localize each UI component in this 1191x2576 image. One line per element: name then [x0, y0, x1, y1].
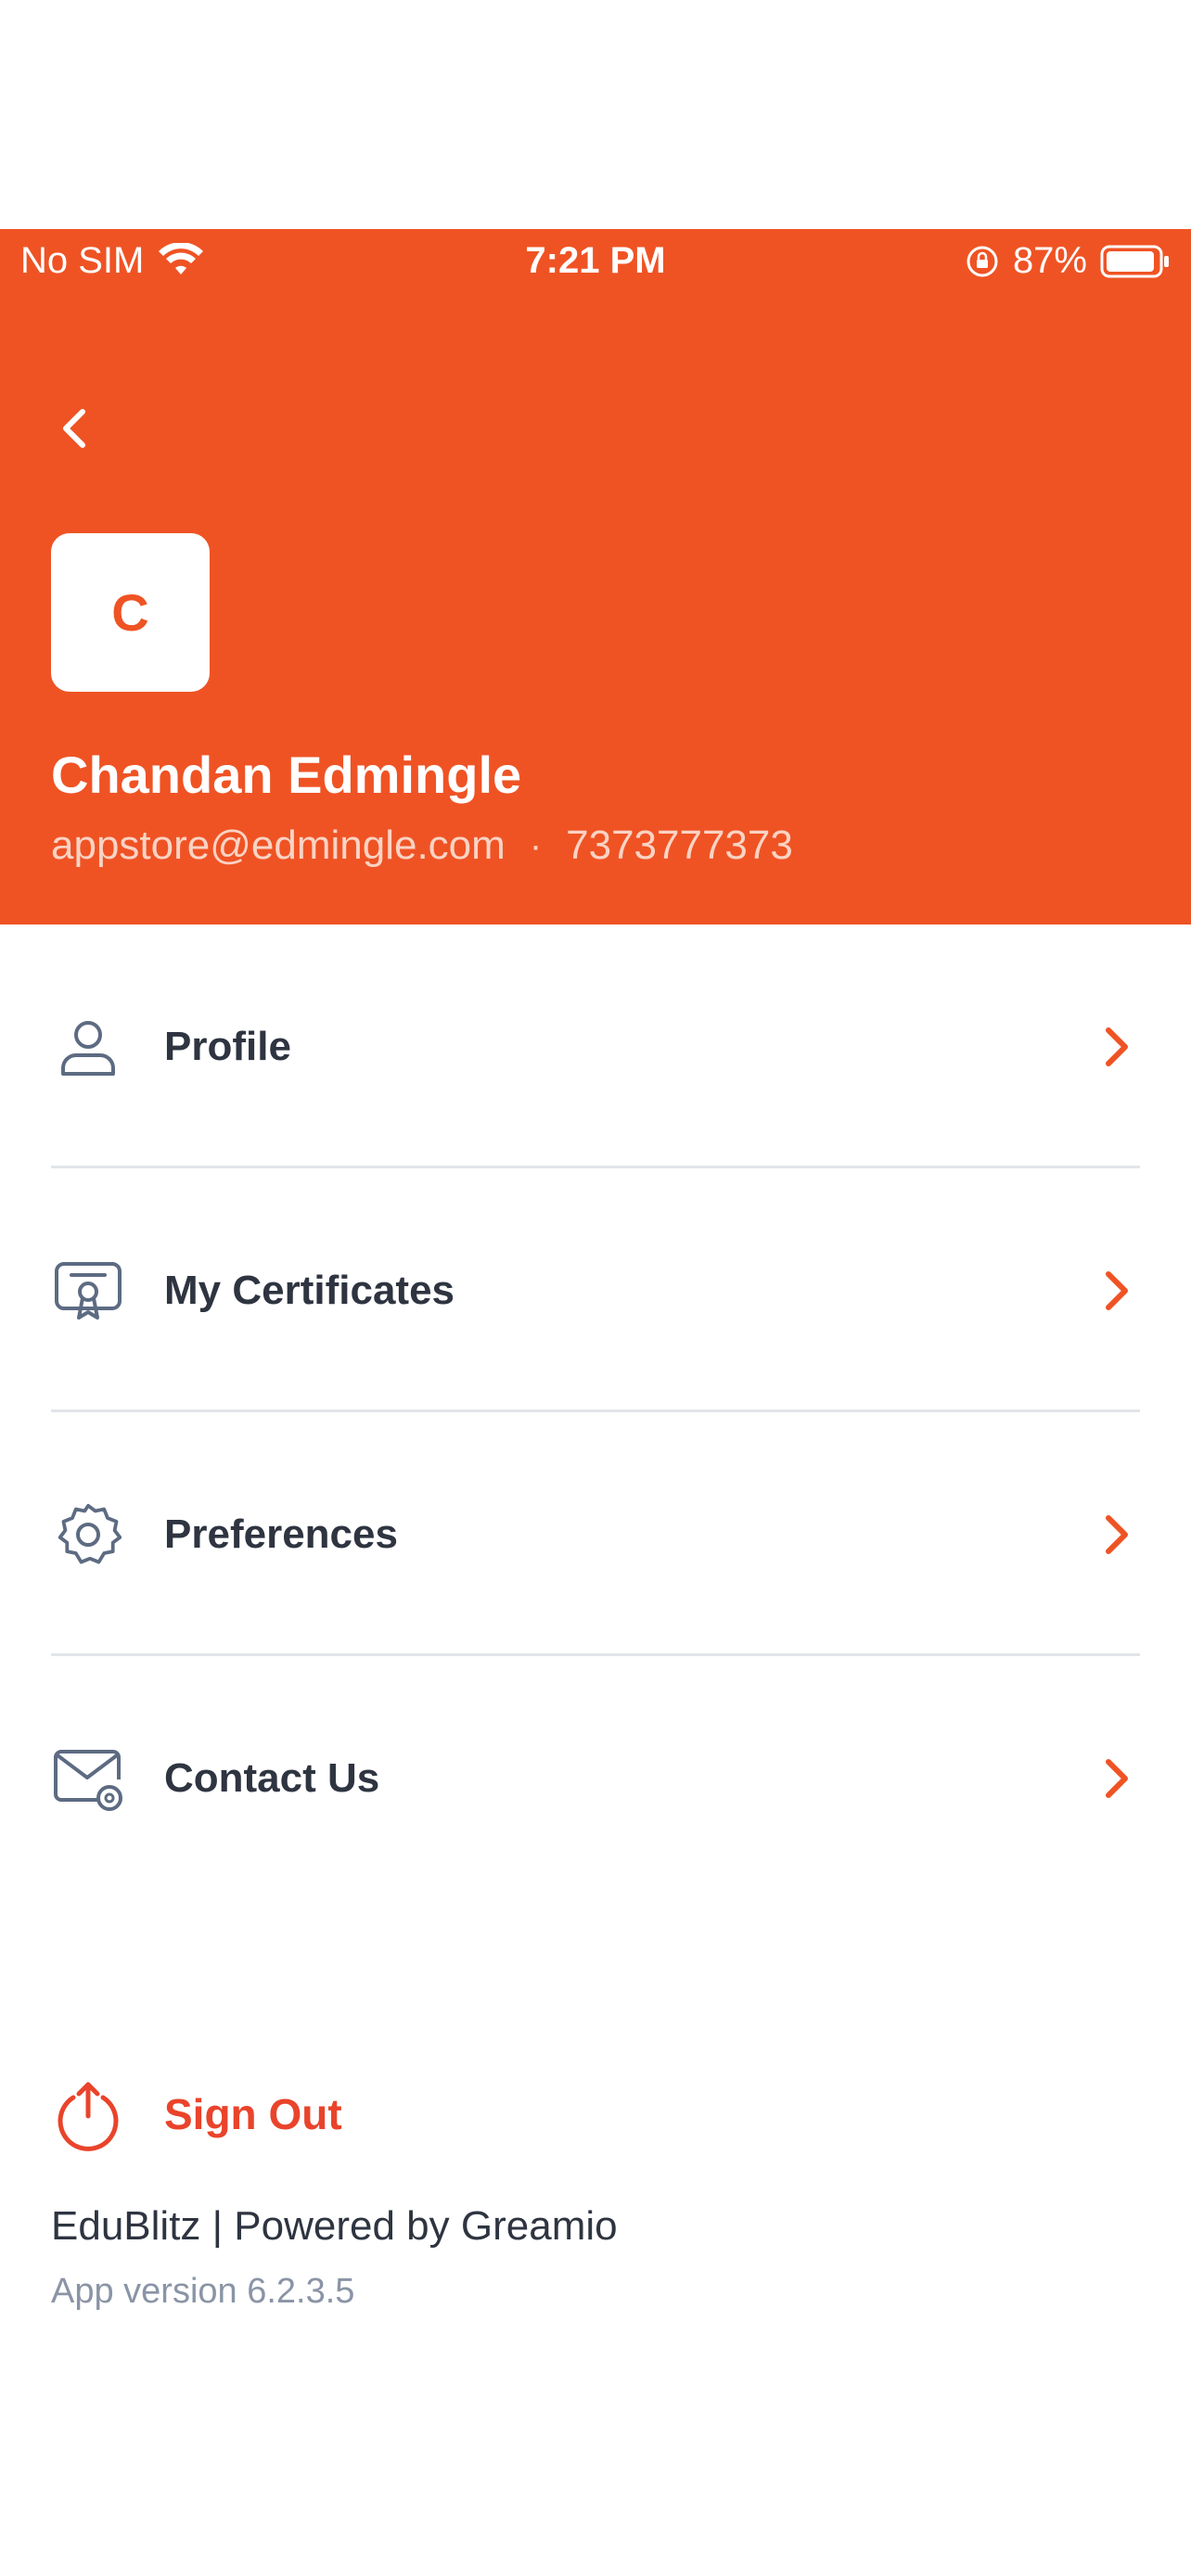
battery-icon	[1100, 245, 1169, 277]
chevron-right-icon	[1094, 1507, 1140, 1562]
rotation-lock-icon	[967, 246, 998, 276]
settings-menu: Profile My Certificates Preferences Cont…	[0, 925, 1191, 1900]
status-right: 87%	[965, 240, 1171, 282]
chevron-right-icon	[1094, 1019, 1140, 1075]
avatar: C	[51, 533, 210, 692]
menu-item-label: Preferences	[164, 1511, 398, 1557]
footer-brand: EduBlitz | Powered by Greamio	[51, 2203, 618, 2249]
menu-item-label: Profile	[164, 1023, 291, 1069]
user-name: Chandan Edmingle	[51, 746, 522, 804]
status-bar: No SIM 7:21 PM 87%	[0, 229, 1191, 294]
mail-icon	[51, 1741, 125, 1816]
gear-icon	[51, 1498, 125, 1572]
chevron-right-icon	[1094, 1751, 1140, 1806]
sign-out-button[interactable]: Sign Out	[51, 2077, 342, 2151]
battery-percent: 87%	[1012, 240, 1087, 281]
menu-item-label: My Certificates	[164, 1267, 455, 1313]
app-version: App version 6.2.3.5	[51, 2272, 355, 2311]
user-icon	[51, 1010, 125, 1084]
certificate-icon	[51, 1254, 125, 1328]
menu-item-contact[interactable]: Contact Us	[0, 1656, 1191, 1900]
chevron-right-icon	[1094, 1263, 1140, 1319]
profile-header: No SIM 7:21 PM 87% C Chandan Edmingle ap…	[0, 229, 1191, 925]
sign-out-label: Sign Out	[164, 2090, 342, 2138]
user-email: appstore@edmingle.com	[51, 823, 506, 868]
menu-item-certificates[interactable]: My Certificates	[0, 1168, 1191, 1412]
menu-item-profile[interactable]: Profile	[0, 925, 1191, 1168]
contact-separator: ·	[529, 824, 543, 866]
menu-item-preferences[interactable]: Preferences	[0, 1412, 1191, 1656]
chevron-left-icon	[63, 409, 85, 448]
user-phone: 7373777373	[566, 823, 793, 868]
back-button[interactable]	[41, 396, 106, 461]
top-spacer	[0, 0, 1191, 229]
power-icon	[51, 2077, 125, 2151]
avatar-initial: C	[111, 583, 149, 642]
user-contact: appstore@edmingle.com · 7373777373	[51, 823, 793, 869]
menu-item-label: Contact Us	[164, 1754, 380, 1801]
